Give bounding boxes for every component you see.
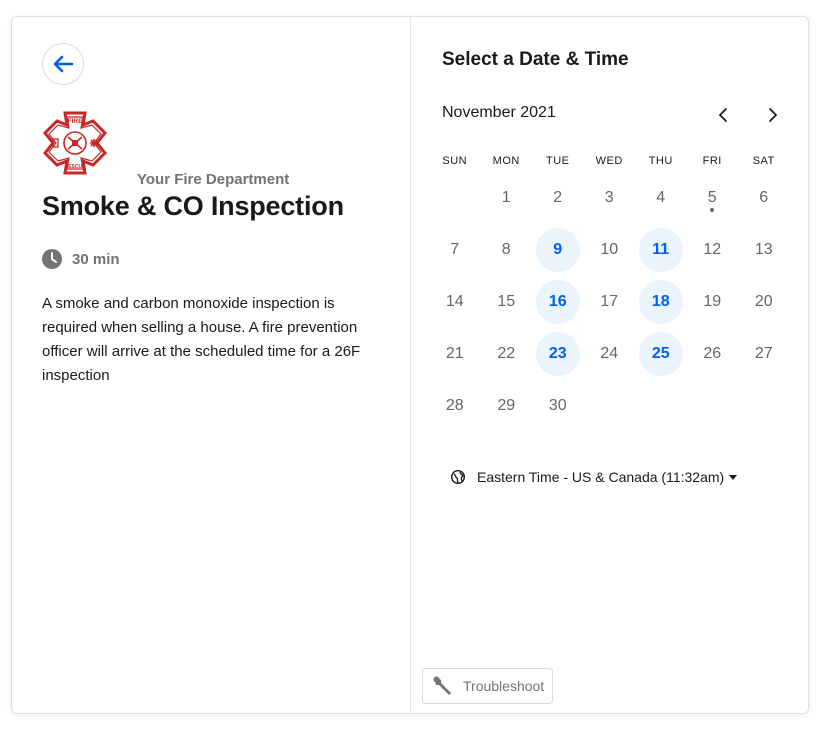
- day-number: 4: [656, 189, 666, 206]
- wrench-icon: [433, 676, 451, 695]
- weekday-label: SUN: [442, 155, 468, 167]
- troubleshoot-button[interactable]: Troubleshoot: [422, 668, 553, 704]
- weekday-label: WED: [595, 155, 623, 167]
- day-number: 13: [754, 241, 773, 258]
- day-number: 3: [604, 189, 614, 206]
- logo-bottom-text: RESCUE: [65, 164, 87, 170]
- booking-card: FIRE RESCUE Your Fire Department Smoke &…: [11, 16, 809, 714]
- day-number: 11: [638, 228, 683, 272]
- day-number: 25: [638, 332, 683, 376]
- available-day[interactable]: 16: [532, 276, 584, 328]
- available-day[interactable]: 23: [532, 328, 584, 380]
- previous-month-button[interactable]: [710, 102, 736, 128]
- calendar-day: 1: [481, 172, 533, 224]
- current-month: November 2021: [442, 104, 556, 121]
- date-picker-panel: Select a Date & Time November 2021 SUN MO…: [411, 17, 808, 713]
- timezone-selector[interactable]: Eastern Time - US & Canada (11:32am): [451, 469, 738, 485]
- day-number: 22: [497, 345, 516, 362]
- today-indicator: [710, 208, 715, 212]
- globe-icon: [451, 470, 465, 484]
- day-number: 23: [535, 332, 580, 376]
- available-day[interactable]: 9: [532, 224, 584, 276]
- arrow-left-icon: [53, 55, 74, 73]
- weekday-header: SUN MON TUE WED THU FRI SAT: [429, 155, 789, 167]
- next-month-button[interactable]: [760, 102, 786, 128]
- calendar-blank-cell: [429, 172, 481, 224]
- available-day[interactable]: 11: [635, 224, 687, 276]
- calendar-day: 2: [532, 172, 584, 224]
- fire-department-logo: FIRE RESCUE: [42, 111, 108, 175]
- day-number: 26: [703, 345, 722, 362]
- day-number: 21: [445, 345, 464, 362]
- day-number: 7: [450, 241, 460, 258]
- day-number: 16: [535, 280, 580, 324]
- calendar-day: 13: [738, 224, 790, 276]
- calendar-day: 27: [738, 328, 790, 380]
- event-title: Smoke & CO Inspection: [42, 191, 344, 221]
- calendar-grid: 1 2 3 4 5 6 7 8 9 10 11 12 13 14 15 16 17 18 19 20 21 22 23 24 2…: [429, 172, 789, 432]
- event-duration: 30 min: [42, 249, 120, 269]
- day-number: 2: [553, 189, 563, 206]
- troubleshoot-label: Troubleshoot: [463, 678, 545, 694]
- weekday-label: SAT: [752, 155, 775, 167]
- day-number: 12: [703, 241, 722, 258]
- timezone-label: Eastern Time - US & Canada (11:32am): [477, 469, 725, 485]
- day-number: 20: [754, 293, 773, 310]
- calendar-day: 3: [584, 172, 636, 224]
- day-number: 9: [535, 228, 580, 272]
- day-number: 17: [600, 293, 619, 310]
- calendar-day: 7: [429, 224, 481, 276]
- calendar-day: 30: [532, 380, 584, 432]
- calendar-day: 17: [584, 276, 636, 328]
- day-number: 29: [497, 397, 516, 414]
- calendar-day: 6: [738, 172, 790, 224]
- date-time-heading: Select a Date & Time: [442, 49, 629, 70]
- calendar-day: 14: [429, 276, 481, 328]
- calendar-day: 21: [429, 328, 481, 380]
- back-button[interactable]: [42, 43, 84, 85]
- calendar-day: 15: [481, 276, 533, 328]
- calendar-day: 28: [429, 380, 481, 432]
- day-number: 30: [548, 397, 567, 414]
- weekday-label: FRI: [702, 155, 722, 167]
- chevron-left-icon: [719, 108, 727, 122]
- calendar-day: 10: [584, 224, 636, 276]
- day-number: 19: [703, 293, 722, 310]
- event-details-panel: FIRE RESCUE Your Fire Department Smoke &…: [12, 17, 411, 713]
- weekday-label: THU: [648, 155, 673, 167]
- day-number: 28: [445, 397, 464, 414]
- duration-label: 30 min: [72, 250, 120, 268]
- organization-name: Your Fire Department: [137, 171, 290, 188]
- calendar-day: 20: [738, 276, 790, 328]
- day-number: 8: [501, 241, 511, 258]
- caret-down-icon: [729, 474, 738, 480]
- available-day[interactable]: 25: [635, 328, 687, 380]
- logo-top-text: FIRE: [68, 118, 83, 125]
- event-description: A smoke and carbon monoxide inspection i…: [42, 295, 361, 384]
- calendar-day: 5: [687, 172, 739, 224]
- calendar-day: 29: [481, 380, 533, 432]
- day-number: 10: [600, 241, 619, 258]
- day-number: 5: [707, 189, 717, 206]
- day-number: 18: [638, 280, 683, 324]
- day-number: 24: [600, 345, 619, 362]
- calendar-day: 22: [481, 328, 533, 380]
- calendar-day: 8: [481, 224, 533, 276]
- calendar-day: 24: [584, 328, 636, 380]
- available-day[interactable]: 18: [635, 276, 687, 328]
- calendar-day: 12: [687, 224, 739, 276]
- clock-icon: [42, 249, 62, 269]
- weekday-label: MON: [492, 155, 520, 167]
- day-number: 1: [501, 189, 511, 206]
- calendar-day: 19: [687, 276, 739, 328]
- weekday-label: TUE: [546, 155, 570, 167]
- day-number: 15: [497, 293, 516, 310]
- day-number: 6: [759, 189, 769, 206]
- chevron-right-icon: [769, 108, 777, 122]
- calendar-day: 26: [687, 328, 739, 380]
- calendar-day: 4: [635, 172, 687, 224]
- day-number: 14: [445, 293, 464, 310]
- day-number: 27: [754, 345, 773, 362]
